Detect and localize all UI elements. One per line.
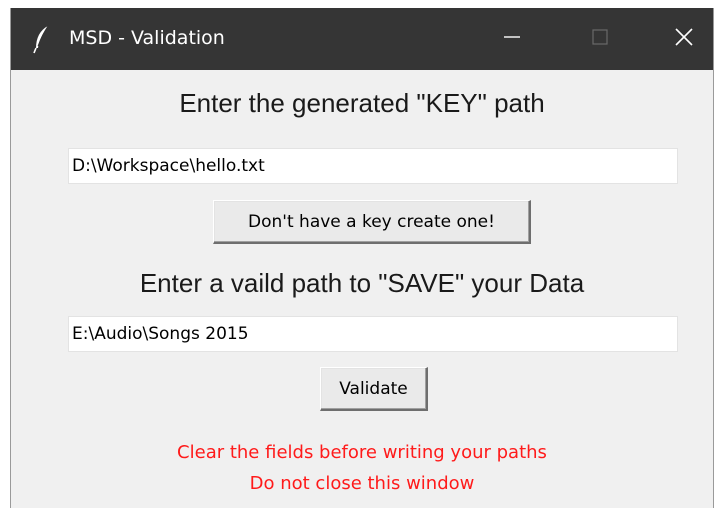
key-path-input[interactable] bbox=[68, 148, 678, 184]
minimize-button[interactable] bbox=[479, 8, 545, 70]
warning-clear-fields: Clear the fields before writing your pat… bbox=[177, 442, 547, 463]
save-path-input[interactable] bbox=[68, 316, 678, 352]
maximize-icon bbox=[591, 28, 609, 50]
window-title: MSD - Validation bbox=[69, 27, 225, 49]
key-path-heading: Enter the generated "KEY" path bbox=[179, 88, 545, 118]
title-bar[interactable]: MSD - Validation bbox=[11, 8, 713, 70]
minimize-icon bbox=[503, 28, 521, 50]
save-path-heading: Enter a vaild path to "SAVE" your Data bbox=[139, 268, 585, 298]
validate-button[interactable]: Validate bbox=[320, 367, 428, 411]
feather-icon bbox=[31, 24, 53, 54]
warning-do-not-close: Do not close this window bbox=[249, 473, 475, 494]
close-icon bbox=[674, 27, 694, 51]
close-button[interactable] bbox=[651, 8, 717, 70]
maximize-button[interactable] bbox=[567, 8, 633, 70]
app-window: MSD - Validation Enter the generated "KE… bbox=[10, 8, 714, 508]
create-key-button[interactable]: Don't have a key create one! bbox=[213, 200, 531, 244]
